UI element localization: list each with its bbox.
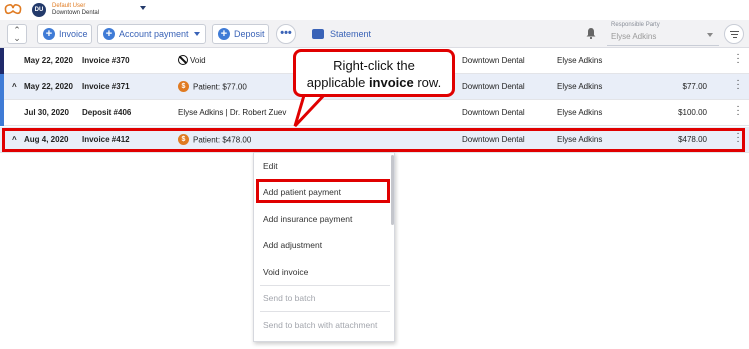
context-menu: Edit Add patient payment Add insurance p…: [253, 152, 395, 342]
row-description: $ Patient: $77.00: [178, 81, 247, 93]
row-accent: [0, 48, 4, 74]
statement-button[interactable]: Statement: [312, 24, 371, 44]
row-document: Invoice #370: [82, 56, 130, 65]
plus-icon: +: [43, 28, 55, 40]
row-description-text: Patient: $77.00: [193, 82, 247, 92]
more-actions-button[interactable]: •••: [276, 24, 296, 44]
filter-icon-line: [732, 37, 737, 38]
row-practice: Downtown Dental: [462, 82, 525, 91]
plus-icon: +: [218, 28, 230, 40]
add-deposit-button[interactable]: + Deposit: [212, 24, 269, 44]
row-document: Invoice #371: [82, 82, 130, 91]
chevron-down-icon: [707, 33, 713, 37]
row-date: May 22, 2020: [24, 82, 73, 91]
row-accent: [0, 74, 4, 100]
menu-item-send-to-batch: Send to batch: [263, 293, 316, 303]
account-payment-label: Account payment: [119, 29, 189, 39]
callout-line-2-bold: invoice: [368, 75, 414, 90]
row-date: May 22, 2020: [24, 56, 73, 65]
row-menu-icon[interactable]: · · ·: [735, 102, 741, 120]
row-menu-icon[interactable]: · · ·: [735, 50, 741, 68]
void-icon: [178, 55, 188, 65]
row-responsible: Elyse Adkins: [557, 135, 603, 144]
dollar-icon: $: [178, 134, 189, 145]
row-responsible: Elyse Adkins: [557, 56, 603, 65]
printer-icon: [312, 28, 324, 39]
account-payment-button[interactable]: + Account payment: [97, 24, 206, 44]
filter-icon: [730, 31, 739, 32]
filter-icon-line: [731, 34, 738, 35]
add-invoice-label: Invoice: [59, 29, 88, 39]
responsible-party-select[interactable]: Responsible Party Elyse Adkins: [607, 21, 719, 46]
user-menu-caret-icon[interactable]: [140, 6, 146, 10]
app-logo-icon: [4, 4, 22, 15]
row-amount: $100.00: [678, 108, 707, 117]
callout-line-2-suffix: row.: [413, 75, 442, 90]
row-description-text: Patient: $478.00: [193, 135, 252, 145]
row-date: Aug 4, 2020: [24, 135, 69, 144]
row-menu-icon[interactable]: · · ·: [735, 76, 741, 94]
expand-chevron-icon[interactable]: ^: [12, 135, 17, 144]
statement-label: Statement: [330, 29, 372, 39]
row-document: Invoice #412: [82, 135, 130, 144]
row-document: Deposit #406: [82, 108, 132, 117]
row-amount: $77.00: [682, 82, 707, 91]
row-amount: $478.00: [678, 135, 707, 144]
page: DU Default User Downtown Dental ⌃ ⌄ + In…: [0, 0, 749, 349]
toolbar: ⌃ ⌄ + Invoice + Account payment + Deposi…: [0, 20, 749, 48]
responsible-party-value: Elyse Adkins: [611, 32, 657, 41]
dollar-icon: $: [178, 81, 189, 92]
row-description: Void: [178, 55, 206, 66]
callout-line-2-prefix: applicable: [306, 75, 369, 90]
chevron-down-icon: [194, 32, 200, 36]
menu-item-edit[interactable]: Edit: [254, 153, 392, 179]
row-description: $ Patient: $478.00: [178, 134, 252, 146]
instruction-callout: Right-click the applicable invoice row.: [293, 49, 455, 97]
plus-icon: +: [103, 28, 115, 40]
menu-item-send-to-batch-with-attachment: Send to batch with attachment: [263, 320, 378, 330]
row-menu-icon[interactable]: · · ·: [735, 129, 741, 147]
row-date: Jul 30, 2020: [24, 108, 69, 117]
ledger-row[interactable]: Jul 30, 2020 Deposit #406 Elyse Adkins |…: [0, 100, 749, 126]
bell-icon[interactable]: [586, 27, 596, 39]
callout-line-1: Right-click the: [333, 58, 415, 73]
ledger-row-selected[interactable]: ^ Aug 4, 2020 Invoice #412 $ Patient: $47…: [0, 127, 749, 153]
add-deposit-label: Deposit: [234, 29, 265, 39]
row-practice: Downtown Dental: [462, 135, 525, 144]
filter-button[interactable]: [724, 24, 744, 44]
menu-item-void-invoice[interactable]: Void invoice: [254, 259, 392, 285]
row-responsible: Elyse Adkins: [557, 108, 603, 117]
user-avatar[interactable]: DU: [32, 3, 46, 17]
chevron-down-icon: ⌄: [13, 33, 21, 43]
menu-item-add-adjustment[interactable]: Add adjustment: [254, 232, 392, 258]
row-accent: [0, 100, 4, 126]
callout-line-2: applicable invoice row.: [296, 74, 452, 91]
responsible-party-label: Responsible Party: [611, 22, 660, 28]
user-name: Default User: [52, 3, 86, 9]
row-description: Elyse Adkins | Dr. Robert Zuev: [178, 108, 287, 117]
add-invoice-button[interactable]: + Invoice: [37, 24, 92, 44]
row-responsible: Elyse Adkins: [557, 82, 603, 91]
expand-chevron-icon[interactable]: ^: [12, 82, 17, 91]
menu-item-add-insurance-payment[interactable]: Add insurance payment: [254, 206, 392, 232]
menu-item-add-patient-payment[interactable]: Add patient payment: [254, 179, 392, 205]
row-description-text: Void: [190, 56, 206, 66]
top-bar: DU Default User Downtown Dental: [0, 0, 749, 20]
practice-name: Downtown Dental: [52, 10, 100, 16]
row-practice: Downtown Dental: [462, 56, 525, 65]
row-practice: Downtown Dental: [462, 108, 525, 117]
sort-toggle-button[interactable]: ⌃ ⌄: [7, 24, 27, 44]
